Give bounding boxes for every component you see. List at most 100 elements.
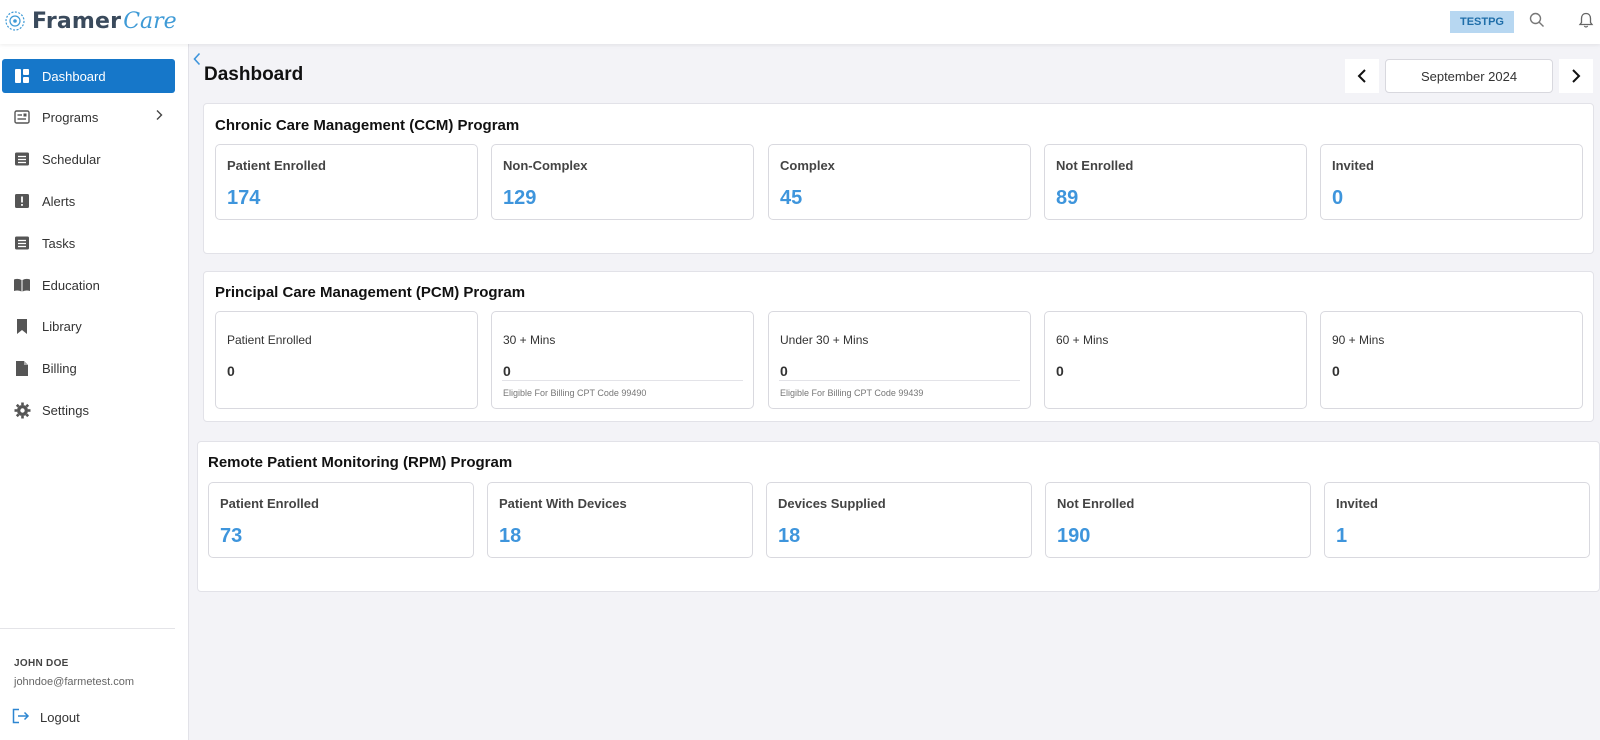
month-selector[interactable]: September 2024 <box>1385 59 1553 93</box>
chevron-right-icon <box>1572 69 1581 83</box>
metric-card[interactable]: Under 30 + Mins 0 Eligible For Billing C… <box>768 311 1031 409</box>
metric-value: 73 <box>220 525 243 547</box>
metric-value: 174 <box>227 187 261 209</box>
metric-value: 190 <box>1057 525 1091 547</box>
month-navigator: September 2024 <box>1345 59 1593 93</box>
pcm-program-section: Principal Care Management (PCM) Program … <box>203 271 1594 422</box>
logout-label: Logout <box>40 710 80 725</box>
chevron-right-icon <box>155 109 163 124</box>
metric-label: Patient Enrolled <box>227 158 326 173</box>
programs-icon <box>12 107 32 127</box>
metric-value: 129 <box>503 187 537 209</box>
sidebar-item-label: Alerts <box>42 193 76 209</box>
metric-label: Invited <box>1336 496 1378 511</box>
sidebar-item-programs[interactable]: Programs <box>2 100 175 134</box>
sidebar: Dashboard Programs Schedular Alerts Task… <box>0 44 189 740</box>
metric-card[interactable]: Patient Enrolled 0 <box>215 311 478 409</box>
metric-label: 30 + Mins <box>503 333 556 347</box>
search-icon[interactable] <box>1527 10 1547 30</box>
metric-label: 60 + Mins <box>1056 333 1109 347</box>
gear-icon <box>12 400 32 420</box>
logout-icon <box>12 708 30 727</box>
metric-card[interactable]: 60 + Mins 0 <box>1044 311 1307 409</box>
sidebar-item-dashboard[interactable]: Dashboard <box>2 59 175 93</box>
sidebar-item-label: Settings <box>42 402 89 418</box>
metric-card[interactable]: 90 + Mins 0 <box>1320 311 1583 409</box>
tasks-icon <box>12 233 32 253</box>
metric-label: Patient Enrolled <box>227 333 312 347</box>
sidebar-item-education[interactable]: Education <box>2 268 175 302</box>
next-month-button[interactable] <box>1559 59 1593 93</box>
logout-button[interactable]: Logout <box>12 708 80 727</box>
metric-label: Invited <box>1332 158 1374 173</box>
metric-label: Not Enrolled <box>1057 496 1135 511</box>
section-title: Principal Care Management (PCM) Program <box>215 284 526 301</box>
ccm-program-section: Chronic Care Management (CCM) Program Pa… <box>203 103 1594 254</box>
divider <box>502 380 743 381</box>
divider <box>779 380 1020 381</box>
metric-value: 0 <box>780 363 788 379</box>
bell-icon[interactable] <box>1576 10 1596 30</box>
sidebar-item-label: Programs <box>42 109 99 125</box>
metric-value: 0 <box>1332 187 1344 209</box>
billing-note: Eligible For Billing CPT Code 99490 <box>503 388 647 398</box>
sidebar-item-label: Education <box>42 277 100 293</box>
metric-label: Complex <box>780 158 835 173</box>
brand-name-part1: Framer <box>32 8 122 34</box>
alert-icon <box>12 191 32 211</box>
sidebar-item-settings[interactable]: Settings <box>2 393 175 427</box>
metric-card[interactable]: 30 + Mins 0 Eligible For Billing CPT Cod… <box>491 311 754 409</box>
sidebar-item-label: Billing <box>42 360 77 376</box>
bookmark-icon <box>12 316 32 336</box>
metric-label: Non-Complex <box>503 158 588 173</box>
metric-value: 0 <box>503 363 511 379</box>
metric-label: Not Enrolled <box>1056 158 1134 173</box>
metric-value: 18 <box>499 525 522 547</box>
org-badge[interactable]: TESTPG <box>1450 11 1514 33</box>
metric-card[interactable]: Invited 1 <box>1324 482 1590 558</box>
metric-label: Patient With Devices <box>499 496 627 511</box>
metric-label: Patient Enrolled <box>220 496 319 511</box>
top-bar: Framer Care TESTPG <box>0 0 1600 44</box>
sidebar-item-alerts[interactable]: Alerts <box>2 184 175 218</box>
metric-card[interactable]: Patient Enrolled 73 <box>208 482 474 558</box>
page-title: Dashboard <box>204 64 304 85</box>
metric-value: 1 <box>1336 525 1348 547</box>
chevron-left-icon <box>1357 69 1366 83</box>
metric-card[interactable]: Patient With Devices 18 <box>487 482 753 558</box>
metric-label: Devices Supplied <box>778 496 886 511</box>
sidebar-item-label: Library <box>42 318 82 334</box>
logo-icon <box>5 11 25 31</box>
brand-name-part2: Care <box>123 8 177 34</box>
metric-value: 18 <box>778 525 801 547</box>
sidebar-item-label: Dashboard <box>42 68 106 84</box>
metric-value: 0 <box>1332 363 1340 379</box>
section-title: Chronic Care Management (CCM) Program <box>215 117 520 134</box>
metric-card[interactable]: Patient Enrolled 174 <box>215 144 478 220</box>
metric-card[interactable]: Complex 45 <box>768 144 1031 220</box>
metric-card[interactable]: Devices Supplied 18 <box>766 482 1032 558</box>
sidebar-divider <box>0 628 175 629</box>
metric-card[interactable]: Not Enrolled 190 <box>1045 482 1311 558</box>
sidebar-item-tasks[interactable]: Tasks <box>2 226 175 260</box>
brand-logo[interactable]: Framer Care <box>4 6 177 36</box>
dashboard-icon <box>12 66 32 86</box>
previous-month-button[interactable] <box>1345 59 1379 93</box>
rpm-program-section: Remote Patient Monitoring (RPM) Program … <box>197 441 1600 592</box>
book-icon <box>12 275 32 295</box>
billing-note: Eligible For Billing CPT Code 99439 <box>780 388 924 398</box>
metric-value: 45 <box>780 187 803 209</box>
section-title: Remote Patient Monitoring (RPM) Program <box>208 454 513 471</box>
schedular-icon <box>12 149 32 169</box>
sidebar-item-library[interactable]: Library <box>2 309 175 343</box>
metric-label: 90 + Mins <box>1332 333 1385 347</box>
metric-card[interactable]: Invited 0 <box>1320 144 1583 220</box>
metric-value: 0 <box>227 363 235 379</box>
sidebar-item-schedular[interactable]: Schedular <box>2 142 175 176</box>
metric-card[interactable]: Non-Complex 129 <box>491 144 754 220</box>
sidebar-item-label: Tasks <box>42 235 76 251</box>
sidebar-item-billing[interactable]: Billing <box>2 351 175 385</box>
metric-value: 0 <box>1056 363 1064 379</box>
metric-card[interactable]: Not Enrolled 89 <box>1044 144 1307 220</box>
sidebar-item-label: Schedular <box>42 151 101 167</box>
